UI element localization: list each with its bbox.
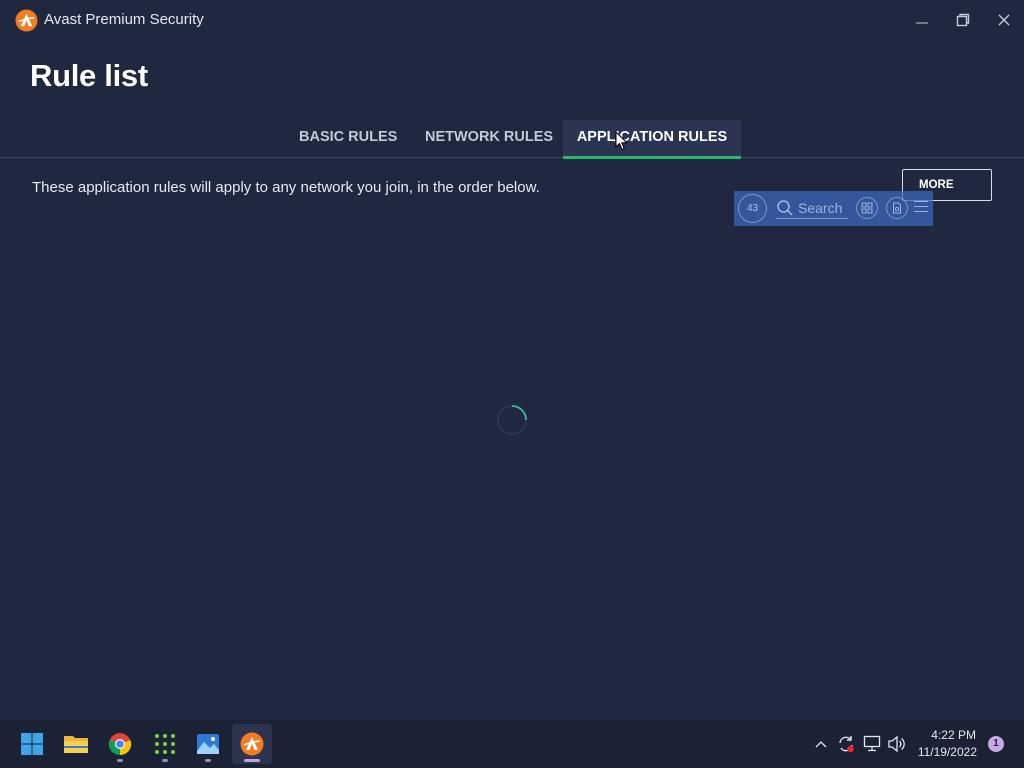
- loading-spinner-icon: [497, 405, 527, 435]
- running-indicator: [117, 759, 123, 762]
- running-indicator: [205, 759, 211, 762]
- photos-icon: [197, 734, 219, 754]
- search-placeholder: Search: [798, 200, 843, 216]
- grid-icon: [861, 202, 873, 214]
- title-bar: Avast Premium Security: [0, 0, 1024, 40]
- app-title: Avast Premium Security: [44, 11, 204, 28]
- tab-application-rules[interactable]: APPLICATION RULES: [563, 120, 741, 159]
- running-indicator: [162, 759, 168, 762]
- restore-button[interactable]: [948, 6, 978, 34]
- taskbar-chrome[interactable]: [100, 724, 140, 764]
- network-icon[interactable]: [863, 735, 883, 753]
- clock-date[interactable]: 11/19/2022: [914, 745, 977, 759]
- volume-icon[interactable]: [887, 735, 907, 753]
- minimize-button[interactable]: [907, 6, 937, 34]
- avast-logo-icon: [240, 732, 264, 756]
- close-icon: [998, 14, 1010, 26]
- menu-icon[interactable]: [914, 201, 928, 216]
- mouse-cursor-icon: [615, 131, 628, 151]
- tab-application-rules-label: APPLICATION RULES: [576, 129, 728, 145]
- tab-basic-rules[interactable]: BASIC RULES: [283, 120, 413, 158]
- taskbar-file-explorer[interactable]: [56, 724, 96, 764]
- taskbar-start[interactable]: [12, 724, 52, 764]
- avast-logo-icon: [15, 9, 38, 32]
- notification-badge[interactable]: 1: [988, 736, 1004, 752]
- dots-grid-icon: [155, 734, 175, 754]
- taskbar-avast[interactable]: [232, 724, 272, 764]
- close-button[interactable]: [989, 6, 1019, 34]
- tab-network-rules[interactable]: NETWORK RULES: [409, 120, 569, 158]
- sync-icon[interactable]: [836, 734, 856, 754]
- active-tab-indicator: [563, 156, 741, 159]
- windows-start-icon: [21, 733, 43, 755]
- document-icon: [893, 202, 901, 214]
- rules-description: These application rules will apply to an…: [32, 179, 540, 196]
- minimize-icon: [916, 22, 928, 24]
- overlay-search[interactable]: Search: [776, 198, 848, 219]
- chrome-icon: [108, 733, 132, 756]
- floating-toolbar: 43 Search: [734, 191, 933, 226]
- search-icon: [777, 200, 793, 216]
- clock-time[interactable]: 4:22 PM: [930, 728, 976, 742]
- taskbar-dots-app[interactable]: [145, 724, 185, 764]
- taskbar-photos[interactable]: [188, 724, 228, 764]
- rule-tabs: BASIC RULES NETWORK RULES APPLICATION RU…: [0, 120, 1024, 159]
- grid-button[interactable]: [856, 197, 878, 219]
- folder-icon: [64, 736, 88, 753]
- timer-badge[interactable]: 43: [738, 194, 767, 223]
- running-indicator: [244, 759, 260, 762]
- restore-icon: [956, 13, 970, 27]
- page-title: Rule list: [30, 58, 148, 93]
- document-button[interactable]: [886, 197, 908, 219]
- chevron-up-icon[interactable]: [814, 738, 828, 750]
